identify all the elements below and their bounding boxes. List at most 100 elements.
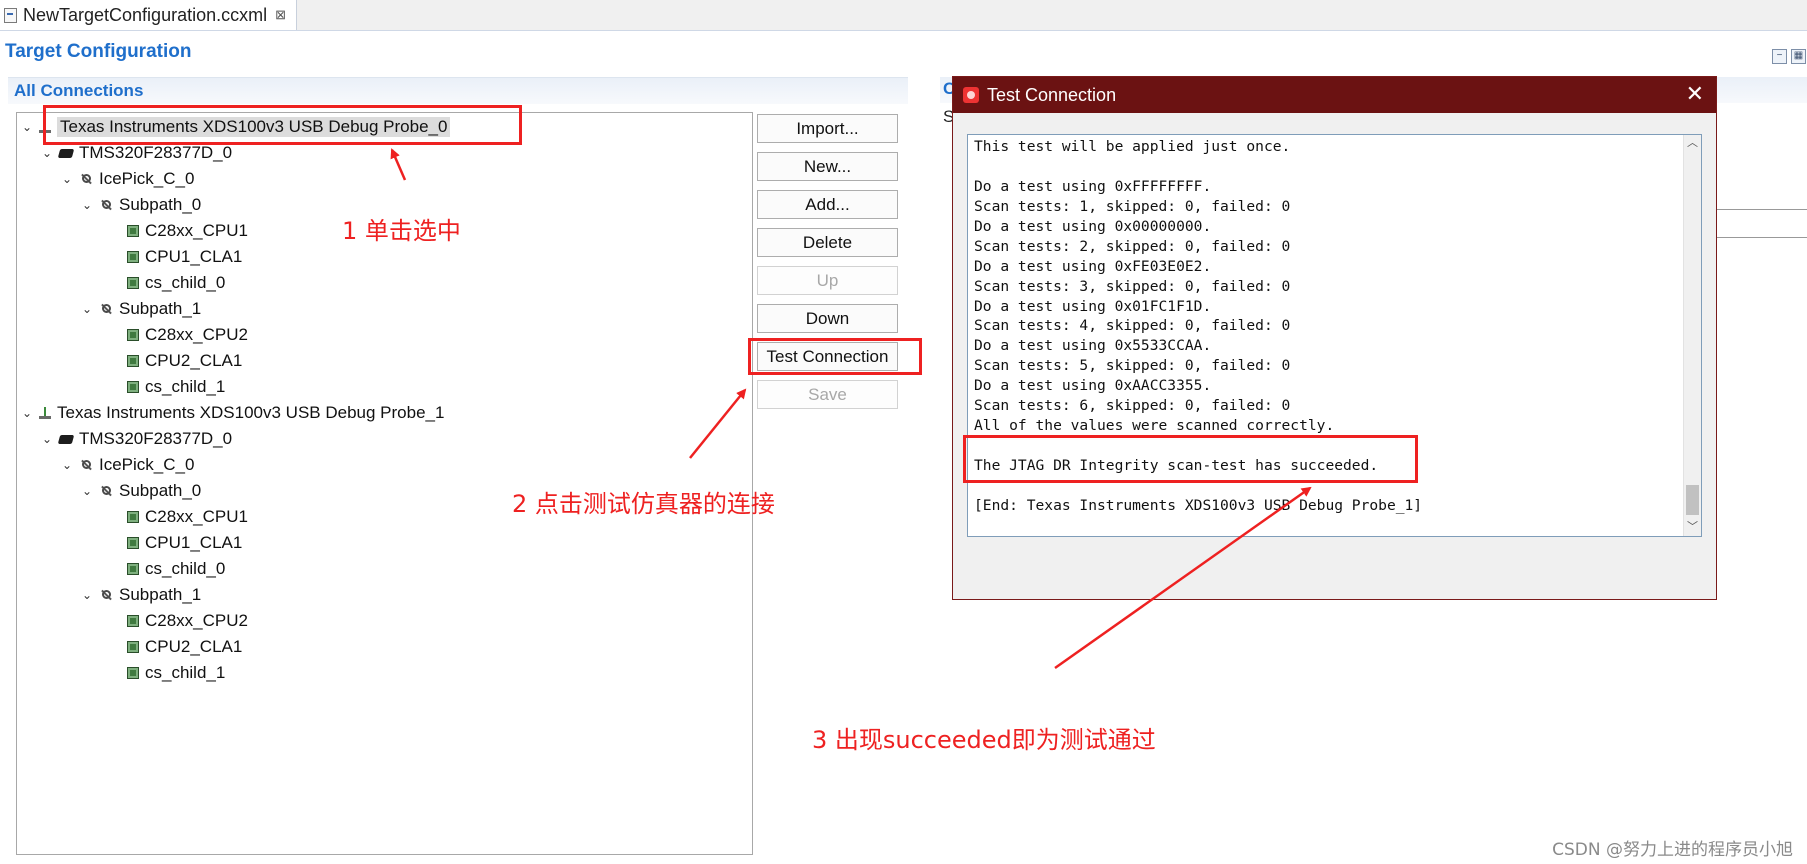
tree-item-label: cs_child_1 (145, 377, 226, 396)
core-icon (127, 355, 139, 367)
tree-item[interactable]: ⌄ IcePick_C_0 (61, 453, 194, 477)
down-button[interactable]: Down (757, 304, 898, 333)
router-icon (99, 484, 113, 498)
log-line: Scan tests: 6, skipped: 0, failed: 0 (974, 397, 1291, 415)
delete-button[interactable]: Delete (757, 228, 898, 257)
core-icon (127, 667, 139, 679)
router-icon (99, 302, 113, 316)
save-button[interactable]: Save (757, 380, 898, 409)
chevron-down-icon[interactable]: ⌄ (61, 172, 73, 186)
tree-item[interactable]: ⌄ Subpath_0 (81, 193, 201, 217)
vertical-scrollbar[interactable]: ︿ ﹀ (1683, 135, 1701, 536)
tree-item-label: C28xx_CPU1 (145, 507, 248, 526)
tree-item-label: CPU2_CLA1 (145, 351, 243, 370)
tree-item[interactable]: CPU2_CLA1 (127, 635, 242, 659)
tree-item-label: TMS320F28377D_0 (79, 143, 233, 162)
log-line: Scan tests: 1, skipped: 0, failed: 0 (974, 197, 1291, 215)
test-connection-dialog: Test Connection ✕ This test will be appl… (952, 76, 1717, 600)
scroll-up-icon[interactable]: ︿ (1684, 135, 1701, 152)
chevron-down-icon[interactable]: ⌄ (21, 120, 33, 134)
import-button-label: Import... (796, 118, 859, 138)
tree-item[interactable]: C28xx_CPU1 (127, 505, 248, 529)
app-icon (963, 87, 979, 103)
core-icon (127, 329, 139, 341)
divider (1717, 209, 1807, 210)
tree-item-label: IcePick_C_0 (99, 169, 195, 188)
chevron-down-icon[interactable]: ⌄ (81, 484, 93, 498)
tree-item[interactable]: cs_child_1 (127, 661, 225, 685)
annotation-step3: 3 出现succeeded即为测试通过 (812, 726, 1156, 754)
core-icon (127, 277, 139, 289)
log-line: Scan tests: 3, skipped: 0, failed: 0 (974, 277, 1291, 295)
core-icon (127, 251, 139, 263)
tree-item[interactable]: ⌄ Texas Instruments XDS100v3 USB Debug Pr… (21, 401, 444, 425)
chevron-down-icon[interactable]: ⌄ (41, 432, 53, 446)
core-icon (127, 641, 139, 653)
tree-item-label: CPU2_CLA1 (145, 637, 243, 656)
collapse-icon[interactable]: − (1772, 49, 1787, 64)
divider (1717, 237, 1807, 238)
log-line: Do a test using 0x00000000. (974, 217, 1212, 235)
router-icon (99, 198, 113, 212)
annotation-box-test-button (748, 338, 922, 375)
up-button-label: Up (816, 270, 839, 290)
tree-item[interactable]: cs_child_1 (127, 375, 225, 399)
add-button[interactable]: Add... (757, 190, 898, 219)
chevron-down-icon[interactable]: ⌄ (21, 406, 33, 420)
tree-item-label: C28xx_CPU2 (145, 611, 248, 630)
tree-item[interactable]: cs_child_0 (127, 271, 225, 295)
tree-item[interactable]: C28xx_CPU1 (127, 219, 248, 243)
close-icon[interactable]: ✕ (1686, 81, 1704, 107)
tree-item[interactable]: ⌄ IcePick_C_0 (61, 167, 194, 191)
chevron-down-icon[interactable]: ⌄ (81, 588, 93, 602)
tree-item-label: IcePick_C_0 (99, 455, 195, 474)
chevron-down-icon[interactable]: ⌄ (81, 198, 93, 212)
core-icon (127, 381, 139, 393)
view-toolbar: − ▦ (1772, 49, 1806, 64)
import-button[interactable]: Import... (757, 114, 898, 143)
new-button-label: New... (803, 156, 852, 176)
scrollbar-thumb[interactable] (1686, 485, 1699, 515)
log-line: Scan tests: 2, skipped: 0, failed: 0 (974, 237, 1291, 255)
tree-item[interactable]: ⌄ Subpath_1 (81, 297, 201, 321)
dialog-title-bar[interactable]: Test Connection ✕ (953, 77, 1716, 113)
tree-item[interactable]: CPU1_CLA1 (127, 245, 242, 269)
tree-item-label: C28xx_CPU1 (145, 221, 248, 240)
scroll-down-icon[interactable]: ﹀ (1684, 519, 1701, 536)
tree-item[interactable]: C28xx_CPU2 (127, 609, 248, 633)
annotation-step2: 2 点击测试仿真器的连接 (512, 490, 775, 518)
log-line: This test will be applied just once. (974, 138, 1291, 155)
tree-item[interactable]: ⌄ TMS320F28377D_0 (41, 427, 232, 451)
device-icon (57, 148, 75, 158)
tree-item[interactable]: cs_child_0 (127, 557, 225, 581)
log-line: Do a test using 0xAACC3355. (974, 377, 1212, 395)
file-icon (4, 7, 17, 23)
chevron-down-icon[interactable]: ⌄ (61, 458, 73, 472)
new-button[interactable]: New... (757, 152, 898, 181)
annotation-box-succeeded (963, 435, 1418, 483)
log-line: [End: Texas Instruments XDS100v3 USB Deb… (974, 496, 1423, 514)
chevron-down-icon[interactable]: ⌄ (81, 302, 93, 316)
editor-tab[interactable]: NewTargetConfiguration.ccxml ⊠ (0, 0, 297, 30)
tree-item-label: Texas Instruments XDS100v3 USB Debug Pro… (57, 403, 445, 422)
layout-icon[interactable]: ▦ (1791, 49, 1806, 64)
tree-item-label: CPU1_CLA1 (145, 247, 243, 266)
router-icon (79, 172, 93, 186)
tree-item-label: Subpath_1 (119, 585, 202, 604)
tree-item[interactable]: ⌄ Subpath_0 (81, 479, 201, 503)
up-button[interactable]: Up (757, 266, 898, 295)
all-connections-header: All Connections (8, 77, 908, 104)
tree-item[interactable]: CPU2_CLA1 (127, 349, 242, 373)
chevron-down-icon[interactable]: ⌄ (41, 146, 53, 160)
down-button-label: Down (805, 308, 850, 328)
close-icon[interactable]: ⊠ (275, 7, 286, 23)
core-icon (127, 615, 139, 627)
core-icon (127, 225, 139, 237)
tree-item-label: C28xx_CPU2 (145, 325, 248, 344)
tree-item[interactable]: CPU1_CLA1 (127, 531, 242, 555)
tree-item[interactable]: C28xx_CPU2 (127, 323, 248, 347)
tree-item-label: Subpath_0 (119, 195, 202, 214)
tree-item[interactable]: ⌄ Subpath_1 (81, 583, 201, 607)
add-button-label: Add... (805, 194, 850, 214)
